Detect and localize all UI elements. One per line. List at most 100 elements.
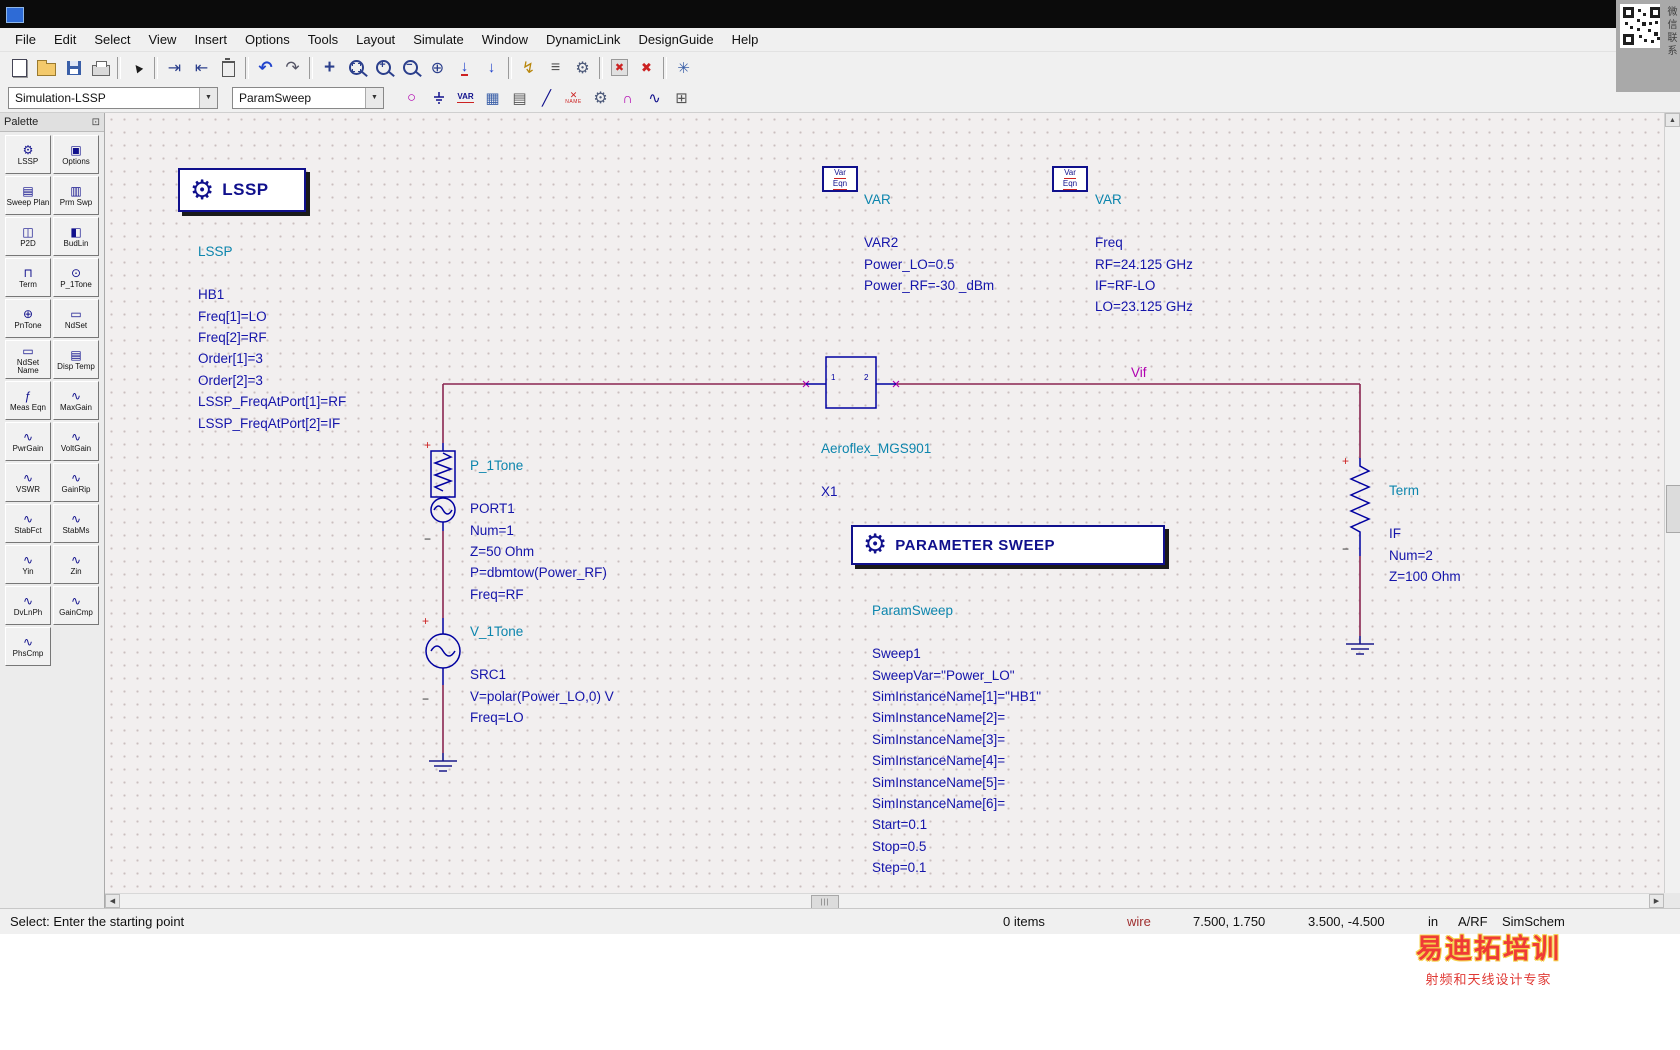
wire-label-button[interactable] <box>560 85 587 111</box>
preferences-button[interactable] <box>670 55 697 81</box>
insert-pin-button[interactable] <box>451 55 478 81</box>
delete-button[interactable] <box>215 55 242 81</box>
var-eqn-icon[interactable]: Var Eqn <box>1052 166 1088 192</box>
ground-symbol[interactable] <box>1346 636 1374 655</box>
palette-item-lssp[interactable]: ⚙ LSSP <box>5 135 51 174</box>
new-design-button[interactable] <box>6 55 33 81</box>
var-freq-annotation[interactable]: VAR Freq RF=24.125 GHz IF=RF-LO LO=23.12… <box>1095 168 1193 339</box>
palette-item-vswr[interactable]: ∿ VSWR <box>5 463 51 502</box>
p1tone-symbol[interactable]: + − <box>424 438 456 546</box>
zoom-area-button[interactable] <box>343 55 370 81</box>
palette-dock-icon[interactable] <box>92 117 100 128</box>
push-into-hierarchy-button[interactable] <box>161 55 188 81</box>
menu-simulate[interactable]: Simulate <box>404 28 473 52</box>
hierarchy-button[interactable] <box>668 85 695 111</box>
menu-insert[interactable]: Insert <box>185 28 236 52</box>
palette-item-pwrgain[interactable]: ∿ PwrGain <box>5 422 51 461</box>
palette-item-pntone[interactable]: ⊕ PnTone <box>5 299 51 338</box>
palette-item-term[interactable]: ⊓ Term <box>5 258 51 297</box>
parameter-sweep-block[interactable]: PARAMETER SWEEP <box>851 525 1165 565</box>
menu-help[interactable]: Help <box>723 28 768 52</box>
display-template-button[interactable] <box>479 85 506 111</box>
palette-item-ndset[interactable]: ▭ NdSet <box>53 299 99 338</box>
palette-item-sweep-plan[interactable]: ▤ Sweep Plan <box>5 176 51 215</box>
palette-item-yin[interactable]: ∿ Yin <box>5 545 51 584</box>
menu-edit[interactable]: Edit <box>45 28 85 52</box>
palette-item-options[interactable]: ▣ Options <box>53 135 99 174</box>
simulation-setup-button[interactable] <box>569 55 596 81</box>
netlist-include-button[interactable] <box>506 85 533 111</box>
palette-item-gainrip[interactable]: ∿ GainRip <box>53 463 99 502</box>
schematic-canvas[interactable]: 1 2 + − + − + − ⚙ LSSP LSSP HB1 Freq[1]=… <box>105 113 1664 893</box>
node-name-button[interactable] <box>542 55 569 81</box>
insert-port-button[interactable] <box>478 55 505 81</box>
menu-select[interactable]: Select <box>85 28 139 52</box>
pop-out-hierarchy-button[interactable] <box>188 55 215 81</box>
wire-label-vif[interactable]: Vif <box>1131 365 1147 380</box>
palette-item-phscmp[interactable]: ∿ PhsCmp <box>5 627 51 666</box>
print-button[interactable] <box>87 55 114 81</box>
measurement-plot-button[interactable] <box>641 85 668 111</box>
palette-item-zin[interactable]: ∿ Zin <box>53 545 99 584</box>
scroll-right-arrow[interactable] <box>1649 894 1664 908</box>
restore-component-button[interactable] <box>633 55 660 81</box>
select-cursor-button[interactable] <box>124 55 151 81</box>
design-state-combo[interactable]: Simulation-LSSP <box>8 86 218 109</box>
zoom-out-button[interactable] <box>397 55 424 81</box>
term-annotation[interactable]: Term IF Num=2 Z=100 Ohm <box>1389 459 1461 609</box>
save-design-button[interactable] <box>60 55 87 81</box>
menu-options[interactable]: Options <box>236 28 299 52</box>
lssp-controller-block[interactable]: LSSP <box>178 168 306 212</box>
menu-window[interactable]: Window <box>473 28 537 52</box>
term-symbol[interactable]: + − <box>1342 454 1371 556</box>
menu-layout[interactable]: Layout <box>347 28 404 52</box>
scroll-left-arrow[interactable] <box>105 894 120 908</box>
palette-item-gaincmp[interactable]: ∿ GainCmp <box>53 586 99 625</box>
undo-button[interactable] <box>252 55 279 81</box>
p1tone-annotation[interactable]: P_1Tone PORT1 Num=1 Z=50 Ohm P=dbmtow(Po… <box>470 434 607 627</box>
palette-item-budlin[interactable]: ◧ BudLin <box>53 217 99 256</box>
palette-item-ndset-name[interactable]: ▭ NdSet Name <box>5 340 51 379</box>
zoom-in-button[interactable] <box>370 55 397 81</box>
current-probe-button[interactable] <box>614 85 641 111</box>
mixer-symbol[interactable]: 1 2 <box>806 356 896 409</box>
horizontal-scroll-thumb[interactable] <box>811 895 839 909</box>
open-design-button[interactable] <box>33 55 60 81</box>
palette-item-maxgain[interactable]: ∿ MaxGain <box>53 381 99 420</box>
insert-polygon-button[interactable] <box>398 85 425 111</box>
redo-button[interactable] <box>279 55 306 81</box>
palette-item-dvlnph[interactable]: ∿ DvLnPh <box>5 586 51 625</box>
chevron-down-icon[interactable] <box>365 87 383 108</box>
menu-view[interactable]: View <box>140 28 186 52</box>
ground-symbol[interactable] <box>429 753 457 772</box>
palette-item-stabfct[interactable]: ∿ StabFct <box>5 504 51 543</box>
zoom-full-button[interactable] <box>424 55 451 81</box>
horizontal-scrollbar[interactable] <box>105 893 1664 909</box>
var-eqn-icon[interactable]: Var Eqn <box>822 166 858 192</box>
palette-item-prm-swp[interactable]: ▥ Prm Swp <box>53 176 99 215</box>
lssp-annotation[interactable]: LSSP HB1 Freq[1]=LO Freq[2]=RF Order[1]=… <box>198 220 346 455</box>
v1tone-annotation[interactable]: V_1Tone SRC1 V=polar(Power_LO,0) V Freq=… <box>470 600 614 750</box>
palette-item-voltgain[interactable]: ∿ VoltGain <box>53 422 99 461</box>
menu-tools[interactable]: Tools <box>299 28 347 52</box>
menu-designguide[interactable]: DesignGuide <box>629 28 722 52</box>
insert-ground-button[interactable] <box>425 85 452 111</box>
menu-dynamiclink[interactable]: DynamicLink <box>537 28 629 52</box>
vertical-scroll-thumb[interactable] <box>1666 485 1680 533</box>
move-button[interactable] <box>316 55 343 81</box>
palette-item-meas-eqn[interactable]: ƒ Meas Eqn <box>5 381 51 420</box>
palette-item-disp-temp[interactable]: ▤ Disp Temp <box>53 340 99 379</box>
deactivate-component-button[interactable] <box>606 55 633 81</box>
palette-item-p1tone[interactable]: ⊙ P_1Tone <box>53 258 99 297</box>
vertical-scrollbar[interactable] <box>1664 113 1680 908</box>
simulation-gear-button[interactable] <box>587 85 614 111</box>
psweep-annotation[interactable]: ParamSweep Sweep1 SweepVar="Power_LO" Si… <box>872 579 1041 893</box>
palette-item-stabms[interactable]: ∿ StabMs <box>53 504 99 543</box>
scroll-up-arrow[interactable] <box>1665 113 1680 127</box>
activate-button[interactable] <box>515 55 542 81</box>
chevron-down-icon[interactable] <box>199 87 217 108</box>
v1tone-symbol[interactable]: + − <box>422 614 461 706</box>
var2-annotation[interactable]: VAR VAR2 Power_LO=0.5 Power_RF=-30 _dBm <box>864 168 994 318</box>
palette-item-p2d[interactable]: ◫ P2D <box>5 217 51 256</box>
insert-var-button[interactable] <box>452 85 479 111</box>
